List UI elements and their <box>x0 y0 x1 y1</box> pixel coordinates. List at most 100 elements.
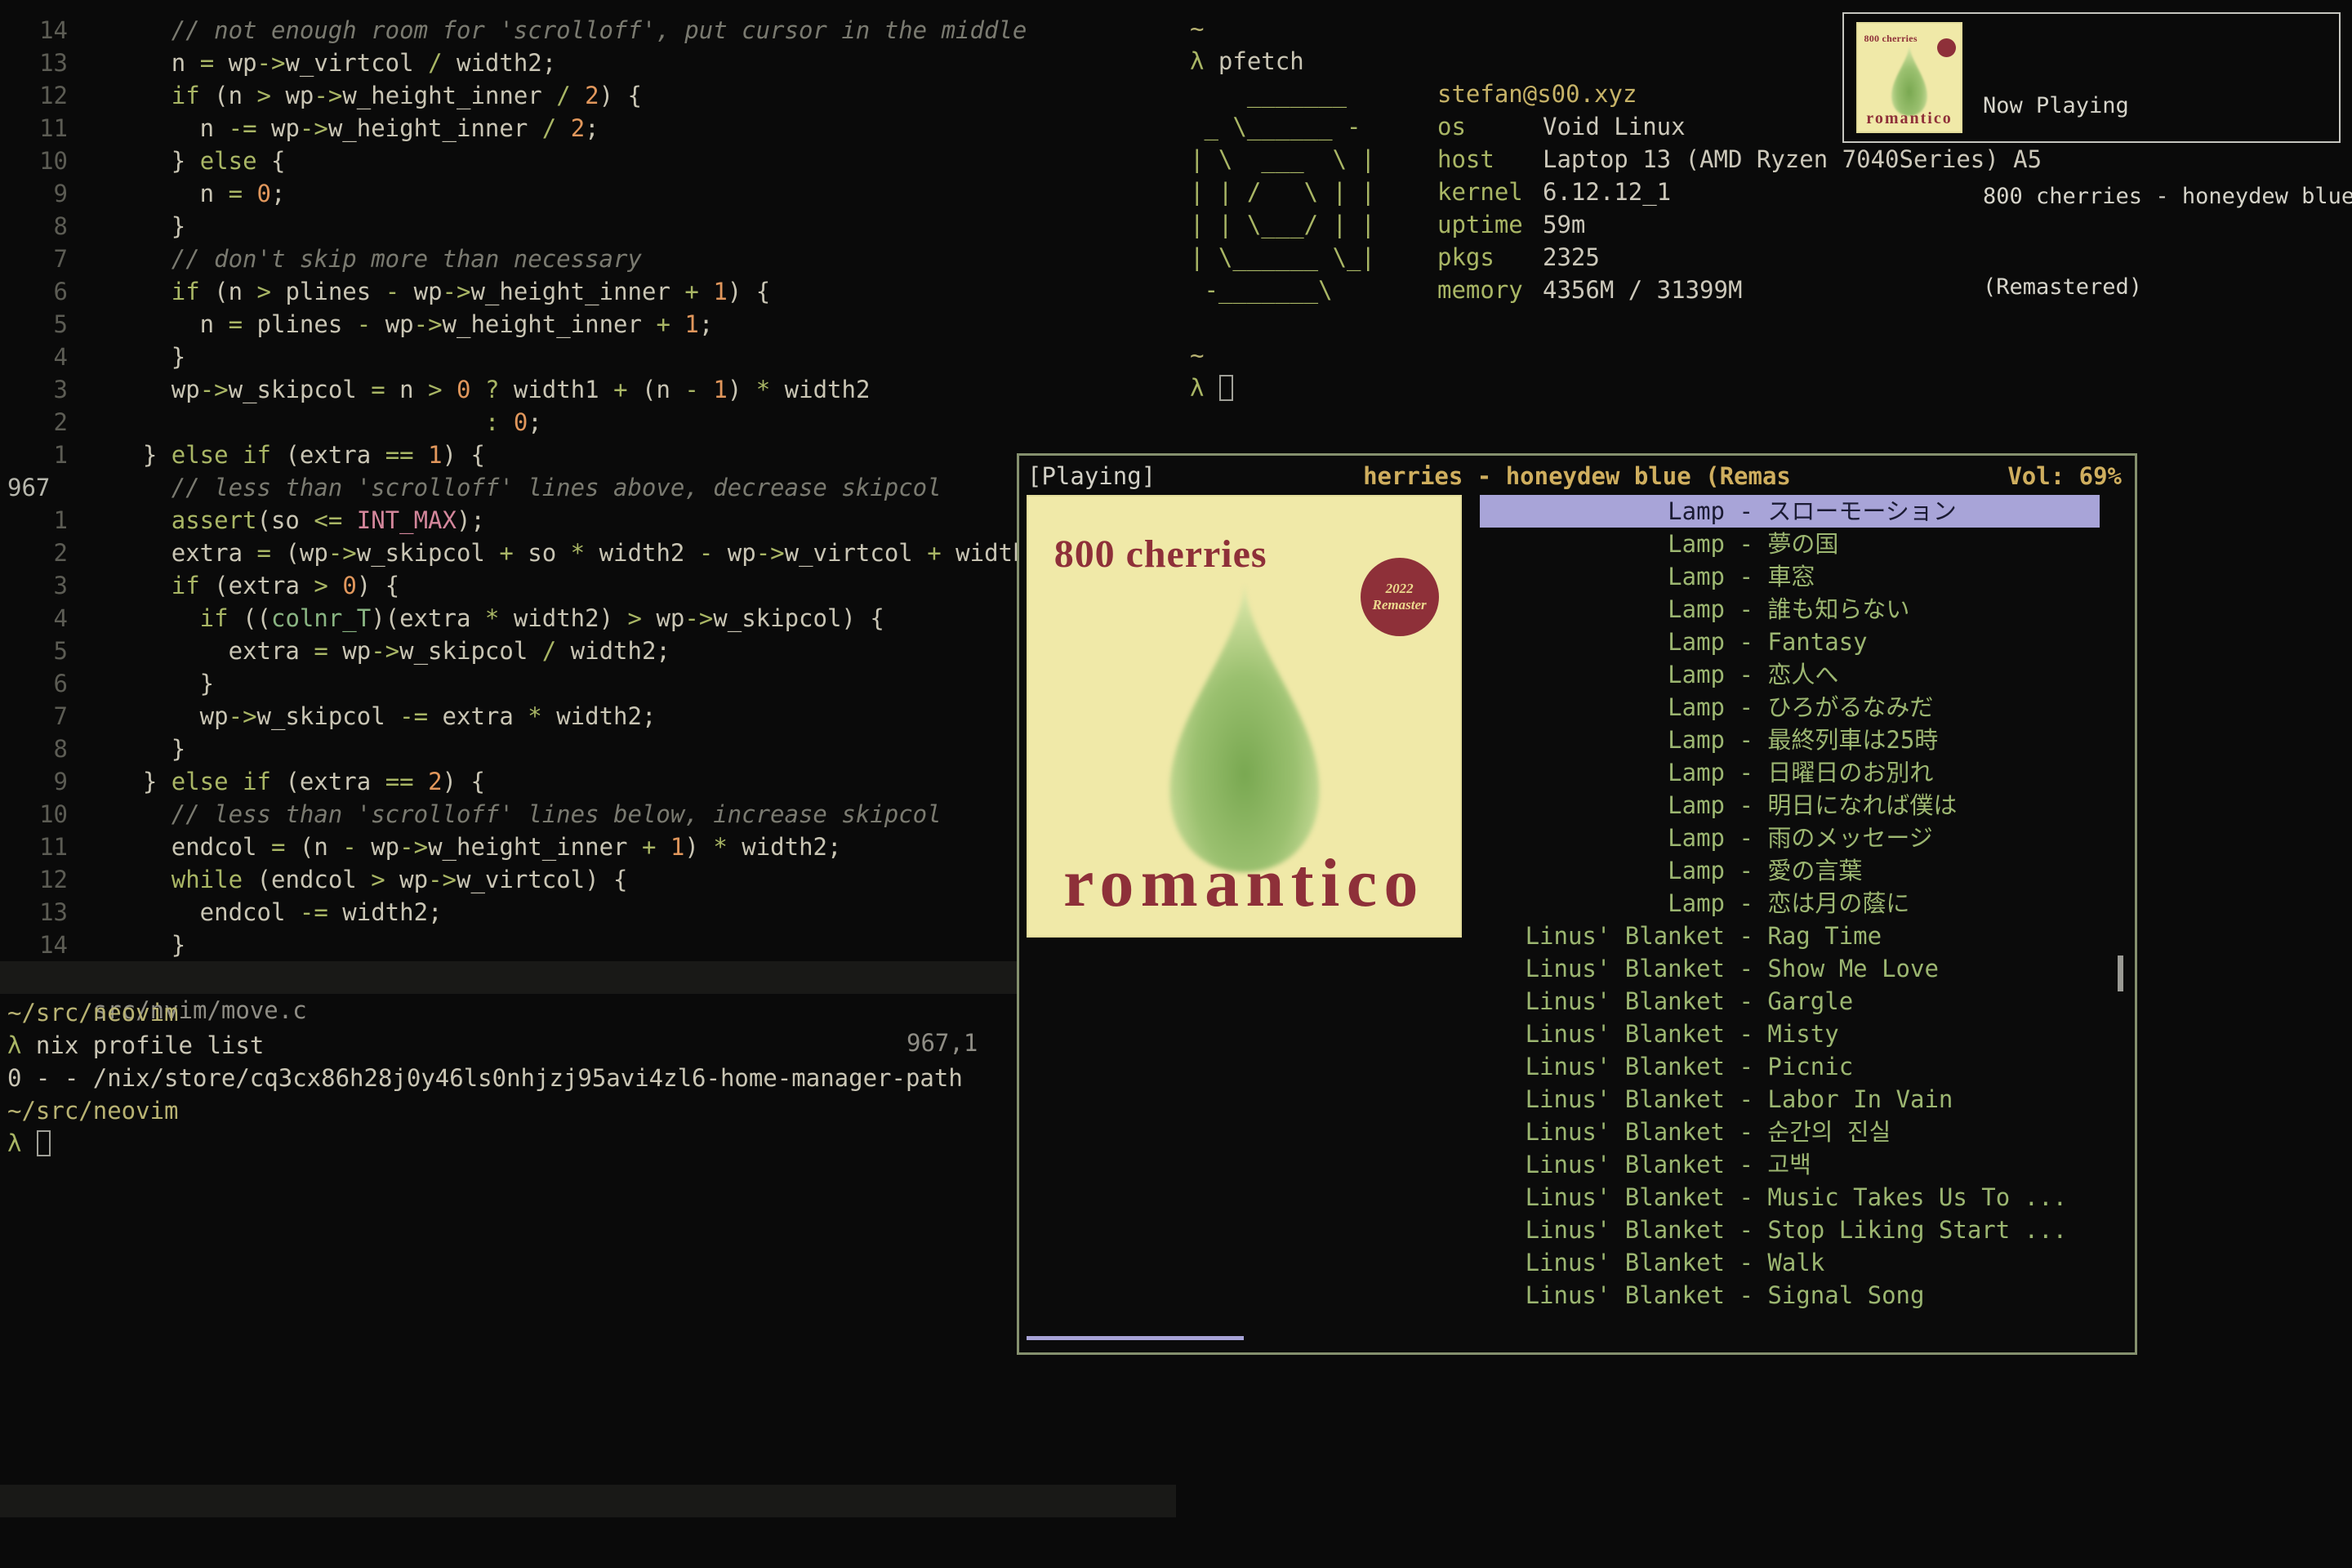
playlist-separator: - <box>1725 756 1767 789</box>
playlist-item[interactable]: Lamp - 雨のメッセージ <box>1480 822 2100 854</box>
playlist-title: 車窓 <box>1767 560 2100 593</box>
pfetch-value: 4356M / 31399M <box>1543 276 1742 304</box>
playlist-title: 明日になれば僕は <box>1767 789 2100 822</box>
pfetch-label: pkgs <box>1437 241 1543 274</box>
statusline-file: src/nvim/move.c 967,1 <box>0 961 1176 994</box>
playlist-title: 夢の国 <box>1767 528 2100 560</box>
playlist-item[interactable]: Lamp - 恋人へ <box>1480 658 2100 691</box>
playlist-item[interactable]: Linus' Blanket - Walk <box>1480 1246 2100 1279</box>
line-number: 7 <box>0 243 86 275</box>
playlist-item[interactable]: Linus' Blanket - Music Takes Us To ... <box>1480 1181 2100 1214</box>
playlist-item[interactable]: Linus' Blanket - Signal Song <box>1480 1279 2100 1312</box>
code-line: 3 if (extra > 0) { <box>0 569 1176 602</box>
notification-text: Now Playing 800 cherries - honeydew blue… <box>1983 30 2352 363</box>
playlist-artist: Lamp <box>1480 626 1725 658</box>
terminal-line: λ <box>1183 372 2352 404</box>
playlist-separator: - <box>1725 528 1767 560</box>
playlist-separator: - <box>1725 1050 1767 1083</box>
playlist-item[interactable]: Lamp - ひろがるなみだ <box>1480 691 2100 724</box>
terminal-cursor <box>1219 375 1233 401</box>
playlist-separator: - <box>1725 952 1767 985</box>
pfetch-label: uptime <box>1437 208 1543 241</box>
playlist-item[interactable]: Linus' Blanket - Rag Time <box>1480 920 2100 952</box>
playlist-title: Signal Song <box>1767 1279 2100 1312</box>
album-title-text: romantico <box>1028 844 1460 923</box>
playlist-item[interactable]: Lamp - 誰も知らない <box>1480 593 2100 626</box>
album-artist-text: 800 cherries <box>1054 532 1267 577</box>
playlist-artist: Lamp <box>1480 724 1725 756</box>
terminal-buffer[interactable]: ~/src/neovimλ nix profile list0 - - /nix… <box>0 996 1176 1160</box>
code-line: 9 n = 0; <box>0 177 1176 210</box>
line-number: 11 <box>0 112 86 145</box>
playlist-item[interactable]: Linus' Blanket - 순간의 진실 <box>1480 1116 2100 1148</box>
playlist-title: Show Me Love <box>1767 952 2100 985</box>
playlist-artist: Linus' Blanket <box>1480 1279 1725 1312</box>
desktop: 14 // not enough room for 'scrolloff', p… <box>0 0 2352 1568</box>
playlist-separator: - <box>1725 887 1767 920</box>
playlist-item[interactable]: Linus' Blanket - Labor In Vain <box>1480 1083 2100 1116</box>
code-line: 3 wp->w_skipcol = n > 0 ? width1 + (n - … <box>0 373 1176 406</box>
line-number: 14 <box>0 929 86 961</box>
notification-track: 800 cherries - honeydew blue <box>1983 181 2352 212</box>
playlist-artist: Lamp <box>1480 691 1725 724</box>
scrollbar-thumb[interactable] <box>2118 956 2123 991</box>
playlist-item[interactable]: Linus' Blanket - Picnic <box>1480 1050 2100 1083</box>
line-number: 4 <box>0 341 86 373</box>
playlist-item[interactable]: Lamp - 恋は月の蔭に <box>1480 887 2100 920</box>
playlist-artist: Linus' Blanket <box>1480 1181 1725 1214</box>
playlist-title: 雨のメッセージ <box>1767 822 2100 854</box>
code-line: 6 } <box>0 667 1176 700</box>
code-line: 8 } <box>0 733 1176 765</box>
line-number: 5 <box>0 635 86 667</box>
album-art-thumbnail: 800 cherries 2022 Remaster romantico <box>1856 22 1962 133</box>
playlist-item[interactable]: Lamp - 最終列車は25時 <box>1480 724 2100 756</box>
pfetch-value: 6.12.12_1 <box>1543 178 1671 206</box>
code-buffer[interactable]: 14 // not enough room for 'scrolloff', p… <box>0 14 1176 961</box>
playlist-item[interactable]: Linus' Blanket - Misty <box>1480 1018 2100 1050</box>
line-number: 10 <box>0 798 86 831</box>
playlist-separator: - <box>1725 658 1767 691</box>
playlist-title: スローモーション <box>1767 495 2100 528</box>
line-number: 10 <box>0 145 86 177</box>
playlist-item[interactable]: Lamp - 日曜日のお別れ <box>1480 756 2100 789</box>
playlist-title: Stop Liking Start ... <box>1767 1214 2100 1246</box>
playlist[interactable]: Lamp - スローモーションLamp - 夢の国Lamp - 車窓Lamp -… <box>1480 495 2100 1312</box>
terminal-line: λ <box>0 1127 1176 1160</box>
code-line: 1 assert(so <= INT_MAX); <box>0 504 1176 537</box>
playlist-artist: Linus' Blanket <box>1480 1246 1725 1279</box>
music-player-window[interactable]: [Playing] herries - honeydew blue (Remas… <box>1017 453 2137 1355</box>
now-playing-notification[interactable]: 800 cherries 2022 Remaster romantico Now… <box>1842 12 2341 143</box>
line-number: 2 <box>0 406 86 439</box>
playlist-item[interactable]: Lamp - 車窓 <box>1480 560 2100 593</box>
playlist-item[interactable]: Linus' Blanket - 고백 <box>1480 1148 2100 1181</box>
playlist-separator: - <box>1725 985 1767 1018</box>
playlist-item[interactable]: Lamp - 夢の国 <box>1480 528 2100 560</box>
line-number: 7 <box>0 700 86 733</box>
playlist-item[interactable]: Linus' Blanket - Show Me Love <box>1480 952 2100 985</box>
code-line: 10 // less than 'scrolloff' lines below,… <box>0 798 1176 831</box>
line-number: 8 <box>0 210 86 243</box>
line-number: 3 <box>0 569 86 602</box>
playlist-item[interactable]: Lamp - スローモーション <box>1480 495 2100 528</box>
playlist-artist: Lamp <box>1480 887 1725 920</box>
playlist-separator: - <box>1725 626 1767 658</box>
line-number: 4 <box>0 602 86 635</box>
playlist-artist: Linus' Blanket <box>1480 920 1725 952</box>
playlist-title: Walk <box>1767 1246 2100 1279</box>
code-line: 12 while (endcol > wp->w_virtcol) { <box>0 863 1176 896</box>
playlist-item[interactable]: Lamp - 愛の言葉 <box>1480 854 2100 887</box>
playlist-item[interactable]: Linus' Blanket - Stop Liking Start ... <box>1480 1214 2100 1246</box>
playlist-title: Picnic <box>1767 1050 2100 1083</box>
code-line: 14 } <box>0 929 1176 961</box>
code-line: 5 n = plines - wp->w_height_inner + 1; <box>0 308 1176 341</box>
playlist-item[interactable]: Lamp - 明日になれば僕は <box>1480 789 2100 822</box>
progress-bar[interactable] <box>1027 1336 1244 1340</box>
terminal-line: λ nix profile list <box>0 1029 1176 1062</box>
line-number: 8 <box>0 733 86 765</box>
playlist-artist: Lamp <box>1480 528 1725 560</box>
pfetch-label: host <box>1437 143 1543 176</box>
playlist-item[interactable]: Linus' Blanket - Gargle <box>1480 985 2100 1018</box>
playlist-item[interactable]: Lamp - Fantasy <box>1480 626 2100 658</box>
neovim-pane[interactable]: 14 // not enough room for 'scrolloff', p… <box>0 0 1176 1568</box>
pfetch-value: Void Linux <box>1543 113 1686 140</box>
